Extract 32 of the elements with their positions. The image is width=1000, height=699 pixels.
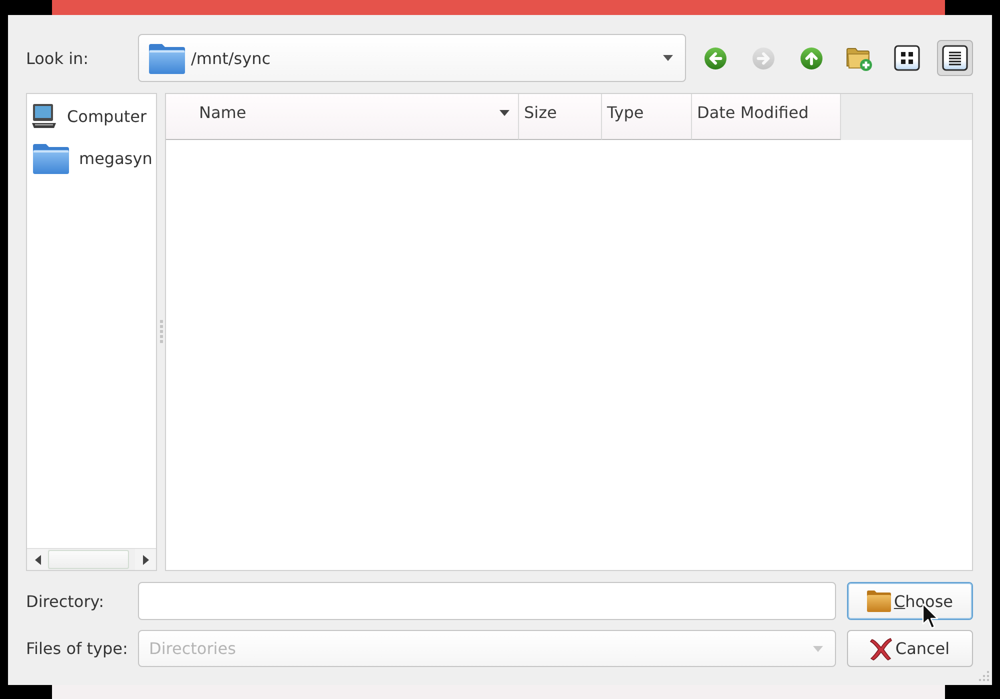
- column-header[interactable]: Type: [602, 94, 692, 140]
- sidebar-item[interactable]: Computer: [27, 100, 156, 132]
- look-in-combo[interactable]: /mnt/sync: [138, 34, 686, 82]
- scroll-left-button[interactable]: [27, 549, 48, 570]
- dropdown-caret-icon: [813, 646, 823, 652]
- folder-icon: [149, 42, 185, 74]
- list-view-icon: [942, 45, 968, 71]
- resize-grip-icon[interactable]: [978, 669, 990, 683]
- cancel-button[interactable]: Cancel: [847, 630, 973, 667]
- sort-caret-icon: [499, 110, 510, 116]
- file-type-label: Files of type:: [26, 639, 129, 658]
- caret-right-icon: [142, 554, 148, 564]
- splitter-handle-icon[interactable]: [160, 320, 162, 344]
- sidebar-item[interactable]: megasyn: [27, 142, 156, 174]
- column-header[interactable]: Date Modified: [692, 94, 841, 140]
- directory-field[interactable]: [138, 582, 836, 620]
- dropdown-caret-icon: [663, 55, 673, 61]
- icon-view-icon: [894, 45, 920, 71]
- caret-left-icon: [34, 554, 40, 564]
- horizontal-scrollbar[interactable]: [27, 548, 156, 570]
- choose-button[interactable]: Choose: [847, 582, 973, 620]
- folder-icon: [866, 590, 891, 612]
- detail-view-button[interactable]: [937, 40, 973, 76]
- column-header[interactable]: Name: [166, 94, 519, 140]
- folder-icon: [33, 142, 69, 174]
- cross-icon: [870, 636, 892, 660]
- scroll-right-button[interactable]: [135, 549, 156, 570]
- computer-icon: [31, 103, 57, 129]
- column-header[interactable]: Size: [519, 94, 602, 140]
- look-in-label: Look in:: [26, 48, 90, 68]
- scrollbar-thumb[interactable]: [48, 550, 129, 569]
- directory-label: Directory:: [26, 592, 105, 610]
